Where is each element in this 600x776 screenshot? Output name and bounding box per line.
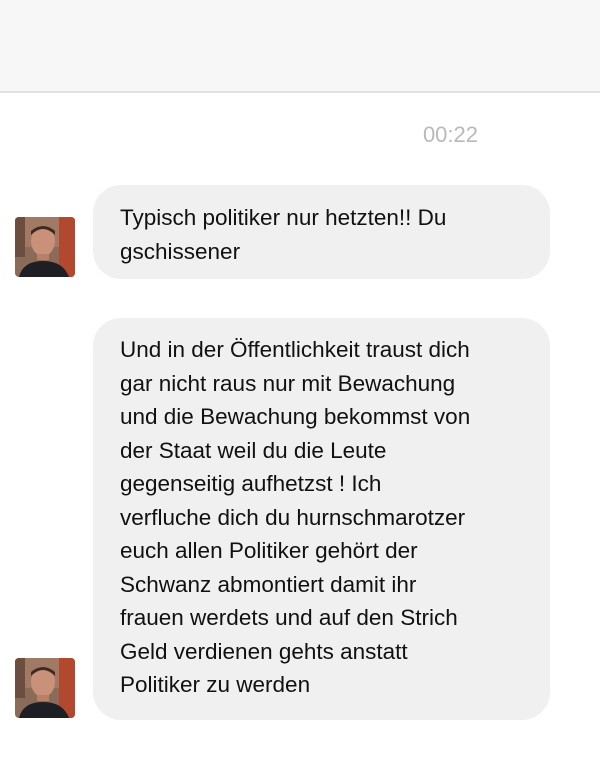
message-bubble[interactable]: Typisch politiker nur hetzten!! Du gschi…: [93, 185, 550, 279]
avatar-photo-icon: [15, 658, 75, 718]
message-text-line: Schwanz abmontiert damit ihr: [120, 571, 417, 597]
message-text-line: und die Bewachung bekommst von: [120, 404, 471, 429]
message-text-line: Politiker zu werden: [120, 672, 311, 697]
message-text-line: der Staat weil du die Leute: [120, 437, 387, 463]
message-text-line: Typisch politiker nur hetzten!! Du: [120, 205, 447, 230]
message-text-line: euch allen Politiker gehört der: [120, 538, 418, 563]
chat-window: 00:22 Typisch politiker nur hetzten!! Du…: [0, 0, 600, 776]
message-text-line: Und in der Öffentlichkeit traust dich: [120, 337, 470, 362]
message-text-line: verfluche dich du hurnschmarotzer: [120, 504, 466, 530]
message-timestamp: 00:22: [422, 122, 478, 147]
contact-name: [40, 40, 46, 66]
message-text-line: gar nicht raus nur mit Bewachung: [120, 370, 456, 396]
sender-avatar[interactable]: [15, 217, 75, 277]
message-text-line: frauen werdets und auf den Strich: [120, 605, 458, 630]
message-text-line: gegenseitig aufhetzst ! Ich: [120, 471, 382, 496]
avatar-photo-icon: [15, 217, 75, 277]
message-text-line: Geld verdienen gehts anstatt: [120, 638, 408, 664]
sender-avatar[interactable]: [15, 658, 75, 718]
message-text-line: gschissener: [120, 238, 241, 264]
conversation-header: [0, 0, 600, 93]
message-bubble[interactable]: Und in der Öffentlichkeit traust dich ga…: [93, 318, 550, 720]
